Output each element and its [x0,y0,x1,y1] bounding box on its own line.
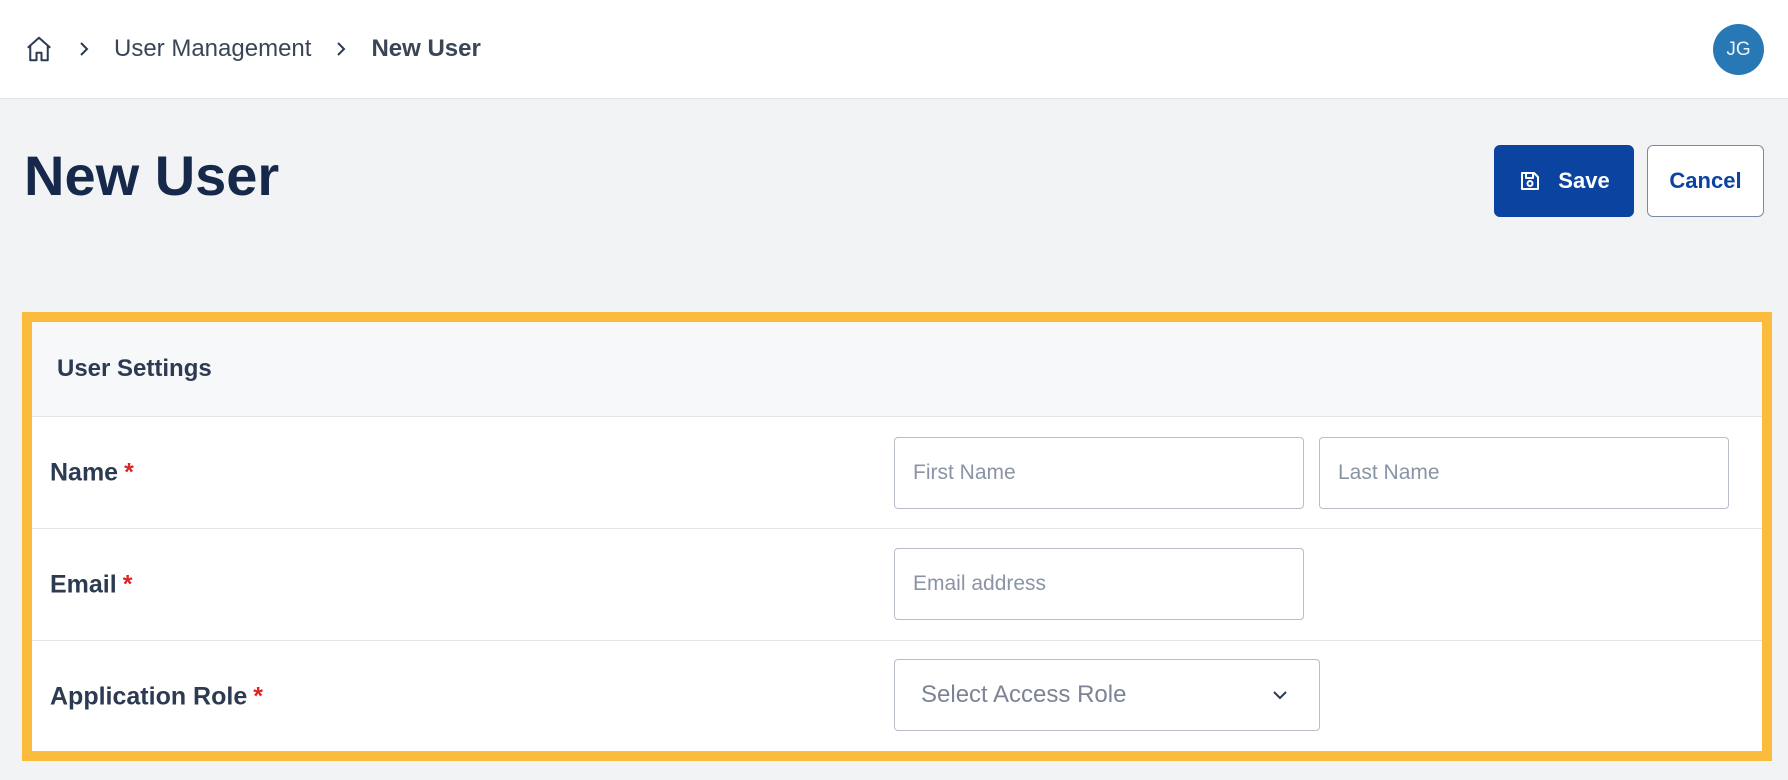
access-role-placeholder: Select Access Role [921,681,1127,708]
required-mark: * [124,458,134,486]
avatar[interactable]: JG [1713,24,1764,75]
chevron-down-icon [1269,684,1291,706]
access-role-select[interactable]: Select Access Role [894,659,1320,731]
required-mark: * [122,570,133,598]
name-label: Name * [50,458,134,487]
chevron-right-icon [74,39,94,59]
name-row: Name * [32,417,1762,529]
email-label: Email * [50,570,132,599]
last-name-input[interactable] [1319,437,1729,509]
breadcrumb-item-user-management[interactable]: User Management [114,35,311,63]
save-button-label: Save [1558,168,1610,193]
home-icon[interactable] [24,34,54,64]
breadcrumb: User Management New User [24,34,481,64]
save-button[interactable]: Save [1494,145,1634,217]
cancel-button[interactable]: Cancel [1647,145,1764,217]
first-name-input[interactable] [894,437,1304,509]
chevron-right-icon [331,39,351,59]
user-settings-panel: User Settings Name* Email* Application R… [22,312,1772,761]
page-header: New User Save Cancel [0,99,1788,310]
required-mark: * [253,682,263,711]
email-label-text: Email [50,570,117,598]
name-label-text: Name [50,458,119,486]
email-row: Email * [32,529,1762,641]
email-input[interactable] [894,548,1304,620]
breadcrumb-item-new-user: New User [371,35,481,62]
save-icon [1518,169,1542,193]
role-label: Application Role * [50,683,263,712]
role-row: Application Role * Select Access Role [32,641,1762,753]
top-bar: User Management New User JG [0,0,1788,99]
section-title: User Settings [32,322,1762,417]
page-title: New User [24,144,280,207]
role-label-text: Application Role [50,682,248,711]
